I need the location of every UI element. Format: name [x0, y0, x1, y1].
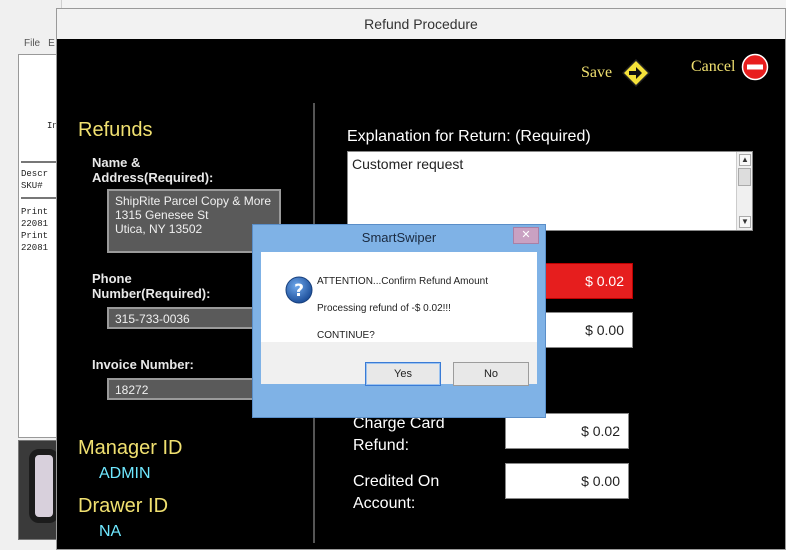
dialog-message-line-1: ATTENTION...Confirm Refund Amount — [317, 276, 488, 287]
credited-on-account-field[interactable]: $ 0.00 — [505, 463, 629, 499]
device-image — [29, 449, 59, 523]
bg-line: 22081 — [21, 243, 49, 253]
bg-line: Descr — [21, 169, 49, 179]
label-line: Account: — [353, 495, 416, 512]
no-entry-icon — [742, 53, 769, 81]
explanation-textarea[interactable]: Customer request ▲ ▼ — [347, 151, 753, 231]
background-top-strip — [0, 0, 786, 8]
manager-id-heading: Manager ID — [78, 437, 183, 459]
phone-field[interactable]: 315-733-0036 — [107, 307, 259, 329]
svg-text:?: ? — [294, 281, 304, 301]
drawer-id-value: NA — [99, 523, 122, 540]
bg-line: Print — [21, 231, 49, 241]
credited-on-account-label: Credited On Account: — [353, 471, 439, 515]
smartswiper-dialog: SmartSwiper ✕ ? ATTENTION...Confirm Refu… — [252, 224, 546, 418]
scroll-up-icon[interactable]: ▲ — [739, 154, 751, 166]
cancel-button[interactable]: Cancel — [691, 53, 769, 81]
yes-button[interactable]: Yes — [365, 362, 441, 386]
arrow-right-icon — [622, 59, 651, 87]
name-address-label: Name & Address(Required): — [92, 155, 213, 185]
cancel-label: Cancel — [691, 58, 736, 75]
address-line: Utica, NY 13502 — [115, 222, 203, 236]
address-line: 1315 Genesee St — [115, 208, 209, 222]
question-icon: ? — [285, 276, 313, 304]
scroll-down-icon[interactable]: ▼ — [739, 216, 751, 228]
address-line: ShipRite Parcel Copy & More — [115, 194, 272, 208]
bg-line: Print — [21, 207, 49, 217]
invoice-label: Invoice Number: — [92, 357, 194, 372]
dialog-message-line-3: CONTINUE? — [317, 330, 375, 341]
no-button[interactable]: No — [453, 362, 529, 386]
label-line: Name & — [92, 155, 141, 170]
background-app: File E In Descr SKU# Print 22081 Print 22… — [0, 0, 62, 550]
label-line: Address(Required): — [92, 170, 214, 185]
charge-card-refund-field[interactable]: $ 0.02 — [505, 413, 629, 449]
label-line: Number(Required): — [92, 286, 211, 301]
dialog-message-line-2: Processing refund of -$ 0.02!!! — [317, 303, 451, 314]
label-line: Phone — [92, 271, 132, 286]
scroll-thumb[interactable] — [738, 168, 751, 186]
bg-line: 22081 — [21, 219, 49, 229]
menu-edit[interactable]: E — [48, 38, 55, 49]
phone-label: Phone Number(Required): — [92, 271, 210, 301]
charge-card-label: Charge Card Refund: — [353, 413, 445, 457]
dialog-body: ? ATTENTION...Confirm Refund Amount Proc… — [261, 252, 537, 342]
label-line: Credited On — [353, 473, 440, 490]
close-icon[interactable]: ✕ — [513, 227, 539, 244]
explanation-text: Customer request — [352, 156, 464, 172]
explanation-label: Explanation for Return: (Required) — [347, 128, 591, 145]
refunds-heading: Refunds — [78, 119, 153, 141]
bg-line: SKU# — [21, 181, 43, 191]
save-button[interactable]: Save — [581, 59, 651, 87]
dialog-footer: Yes No — [261, 342, 537, 386]
explanation-scrollbar[interactable]: ▲ ▼ — [736, 152, 752, 230]
label-line: Refund: — [353, 437, 410, 454]
manager-id-value: ADMIN — [99, 465, 151, 482]
save-label: Save — [581, 64, 613, 81]
invoice-field[interactable]: 18272 — [107, 378, 259, 400]
drawer-id-heading: Drawer ID — [78, 495, 169, 517]
menu-file[interactable]: File — [24, 38, 40, 49]
window-title: Refund Procedure — [57, 9, 785, 39]
dialog-title: SmartSwiper — [361, 230, 437, 245]
